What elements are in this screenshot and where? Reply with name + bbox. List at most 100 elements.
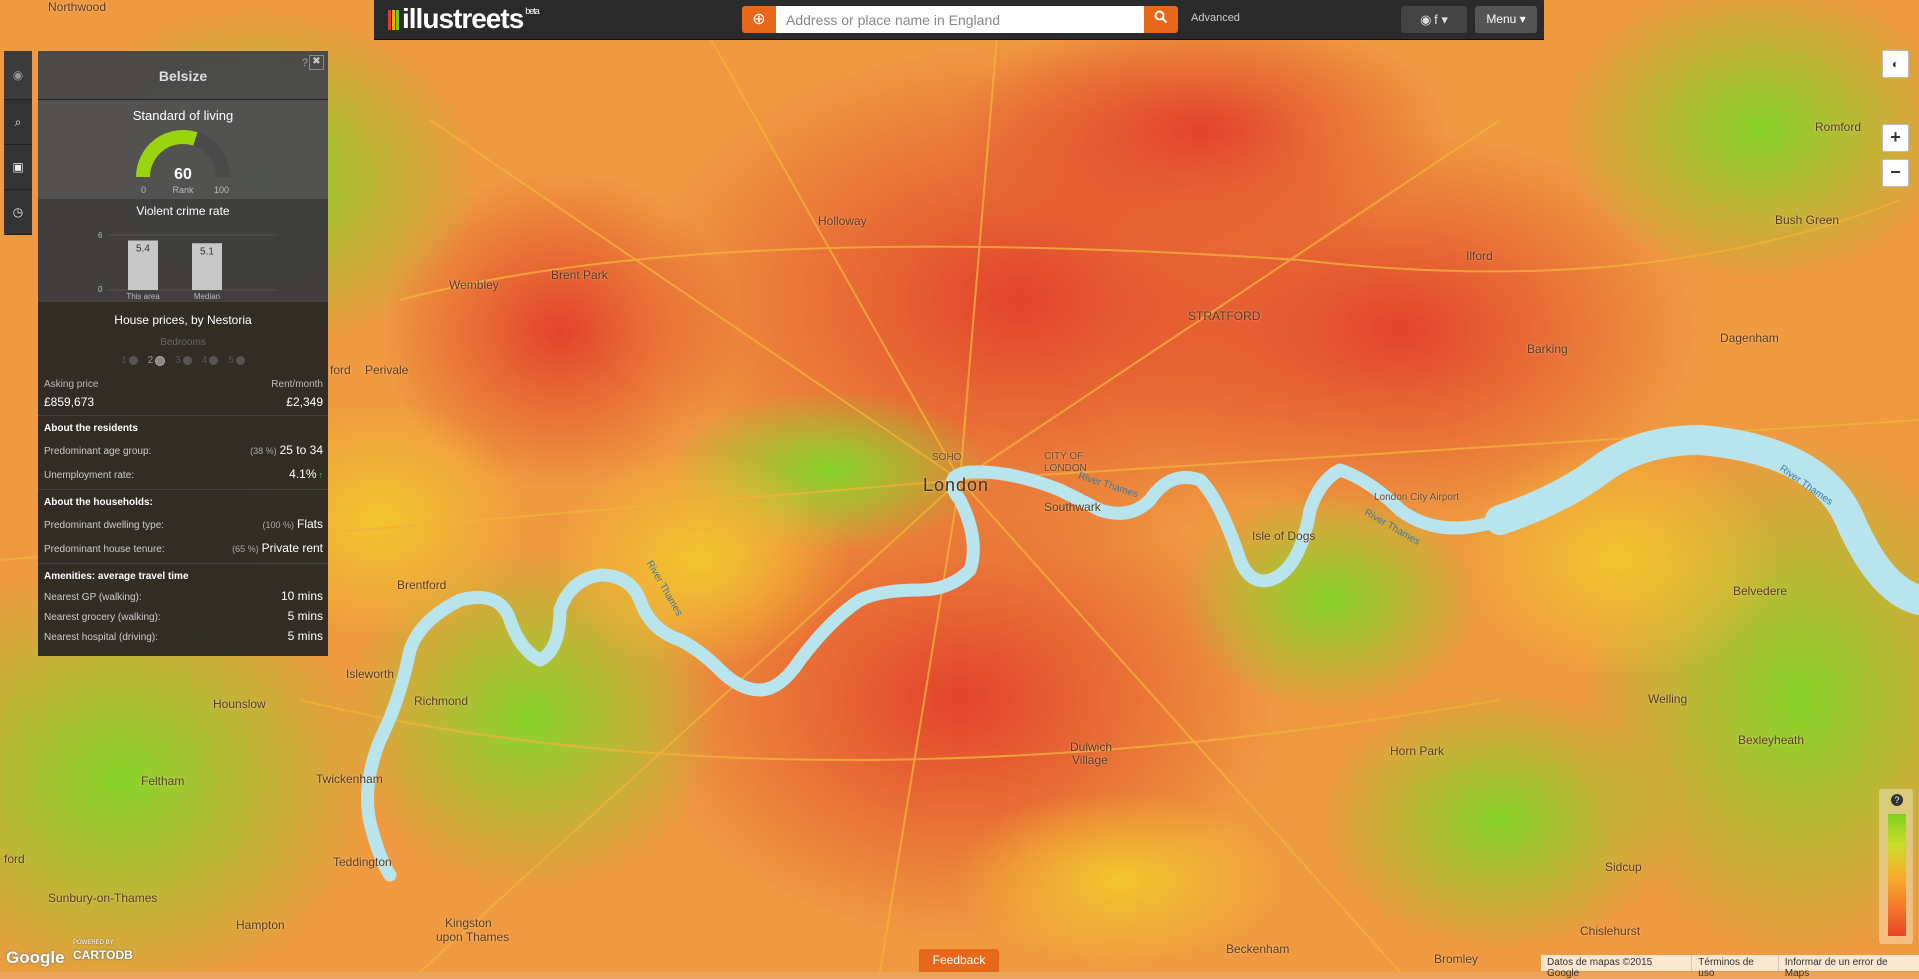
cartodb-logo[interactable]: POWERED BY CARTODB: [73, 940, 133, 964]
feedback-button[interactable]: Feedback: [919, 949, 999, 972]
place-label-wembley: Wembley: [449, 278, 499, 292]
legend-help-icon[interactable]: ?: [1891, 794, 1903, 806]
place-label-dulwich-2: Village: [1072, 753, 1108, 767]
grocery-label: Nearest grocery (walking):: [44, 612, 161, 623]
gauge-max-label: 100: [214, 185, 230, 195]
asking-price-label: Asking price: [44, 379, 99, 390]
place-label-richmond: Richmond: [414, 694, 469, 708]
eye-toggle-button[interactable]: ◉: [4, 51, 32, 100]
dwelling-type-label: Predominant dwelling type:: [44, 520, 165, 531]
radio-dot-icon: [235, 356, 245, 365]
place-label-horn-park: Horn Park: [1390, 744, 1445, 758]
place-label-beckenham: Beckenham: [1226, 942, 1290, 956]
area-info-panel: Belsize ? ✖ Standard of living 60 0 Rank…: [38, 51, 328, 656]
place-label-hampton: Hampton: [236, 918, 285, 932]
place-label-twickenham: Twickenham: [316, 772, 383, 786]
place-label-kingston-2: upon Thames: [436, 930, 510, 944]
chevron-down-icon: ▾: [1441, 12, 1448, 27]
place-label-northwood: Northwood: [48, 0, 107, 14]
place-label-dulwich: Dulwich: [1070, 740, 1113, 754]
bedroom-option-label: 2: [147, 355, 154, 366]
logo[interactable]: illustreets beta: [388, 3, 540, 35]
search-icon: [1154, 10, 1168, 24]
place-label-holloway: Holloway: [818, 214, 867, 228]
place-label-hounslow: Hounslow: [213, 697, 266, 711]
powered-by-text: POWERED BY: [73, 940, 114, 946]
house-prices-title: House prices, by Nestoria: [114, 313, 252, 327]
place-label-dagenham: Dagenham: [1720, 331, 1779, 345]
place-label-bexleyheath: Bexleyheath: [1738, 733, 1805, 747]
map-data-credit: Datos de mapas ©2015 Google: [1547, 957, 1653, 979]
globe-icon: ◐: [1891, 57, 1900, 71]
place-label-perivale: Perivale: [365, 363, 409, 377]
crime-y-max-label: 6: [98, 231, 103, 240]
hospital-label: Nearest hospital (driving):: [44, 632, 158, 643]
bedroom-option-label: 3: [175, 355, 181, 366]
zoom-in-button[interactable]: +: [1882, 124, 1909, 152]
place-label-feltham: Feltham: [141, 774, 185, 788]
rent-label: Rent/month: [271, 379, 323, 390]
standard-of-living-block: Standard of living 60 0 Rank 100: [38, 100, 328, 199]
place-label-sunbury: Sunbury-on-Thames: [48, 891, 158, 905]
zoom-to-area-button[interactable]: ⌕: [4, 100, 32, 145]
report-error-link[interactable]: Informar de un error de Maps: [1777, 955, 1919, 979]
households-block: About the households: Predominant dwelli…: [38, 489, 328, 557]
place-label-brent-park: Brent Park: [551, 268, 608, 282]
residents-block: About the residents Predominant age grou…: [38, 415, 328, 483]
map-type-button[interactable]: ◐: [1882, 50, 1909, 78]
bedrooms-label: Bedrooms: [160, 337, 206, 348]
place-label-barking: Barking: [1527, 342, 1568, 356]
history-button[interactable]: ◷: [4, 190, 32, 235]
clock-icon: ◷: [12, 205, 24, 219]
unemployment-value: 4.1%: [289, 467, 317, 481]
radio-dot-icon: [128, 356, 138, 365]
cartodb-text: CARTODB: [73, 948, 133, 962]
bedroom-option-label: 1: [121, 355, 127, 366]
unemployment-label: Unemployment rate:: [44, 470, 135, 481]
place-label-teddington: Teddington: [333, 855, 392, 869]
bedroom-option-2[interactable]: 2: [148, 355, 166, 366]
locate-button[interactable]: ⊕: [742, 6, 776, 33]
gauge-rank-label: Rank: [172, 185, 194, 195]
dwelling-type-value: Flats: [296, 517, 323, 531]
radio-dot-icon: [155, 355, 166, 366]
bedroom-option-5[interactable]: 5: [228, 355, 245, 366]
search-button[interactable]: [1144, 6, 1178, 33]
residents-title: About the residents: [44, 423, 138, 434]
violent-crime-chart: 6 0 5.4 This area 5.1 Median: [98, 231, 278, 301]
terms-link[interactable]: Términos de uso: [1691, 955, 1777, 979]
amenities-block: Amenities: average travel time Nearest G…: [38, 563, 328, 643]
hospital-value: 5 mins: [287, 629, 323, 643]
menu-button[interactable]: Menu ▾: [1475, 6, 1537, 33]
violent-crime-block: Violent crime rate 6 0 5.4 This area 5.1 Me…: [38, 199, 328, 302]
radio-dot-icon: [209, 356, 219, 365]
bedroom-option-label: 5: [228, 355, 234, 366]
age-group-label: Predominant age group:: [44, 446, 152, 457]
place-label-bush-green: Bush Green: [1775, 213, 1840, 227]
crime-bar-value-0: 5.4: [136, 244, 150, 255]
tenure-value: Private rent: [261, 541, 323, 555]
camera-icon: ▣: [12, 160, 24, 174]
legend-color-scale: [1888, 814, 1906, 936]
bedroom-option-3[interactable]: 3: [175, 355, 192, 366]
help-icon[interactable]: ?: [302, 57, 308, 69]
place-label-romford: Romford: [1815, 120, 1862, 134]
crosshair-icon: ⊕: [752, 11, 766, 28]
place-label-ford-edge: ford: [330, 363, 351, 377]
bedroom-option-1[interactable]: 1: [121, 355, 138, 366]
social-share-button[interactable]: ◉ f ▾: [1401, 6, 1467, 33]
left-toolbar: ◉ ⌕ ▣ ◷: [4, 51, 32, 235]
violent-crime-title: Violent crime rate: [136, 204, 230, 218]
radio-dot-icon: [182, 356, 192, 365]
place-label-sidcup: Sidcup: [1605, 860, 1642, 874]
search-input[interactable]: [776, 6, 1144, 33]
bedroom-option-4[interactable]: 4: [202, 355, 219, 366]
advanced-search-link[interactable]: Advanced: [1191, 12, 1240, 24]
zoom-out-button[interactable]: −: [1882, 159, 1909, 187]
dwelling-type-percent: (100 %): [262, 520, 294, 530]
top-bar: illustreetsbeta ⊕ Advanced ◉ f ▾ Menu ▾: [374, 0, 1544, 40]
area-title: Belsize: [158, 68, 208, 84]
close-icon[interactable]: ✖: [309, 55, 324, 70]
snapshot-button[interactable]: ▣: [4, 145, 32, 190]
logo-text: illustreets: [402, 3, 524, 34]
